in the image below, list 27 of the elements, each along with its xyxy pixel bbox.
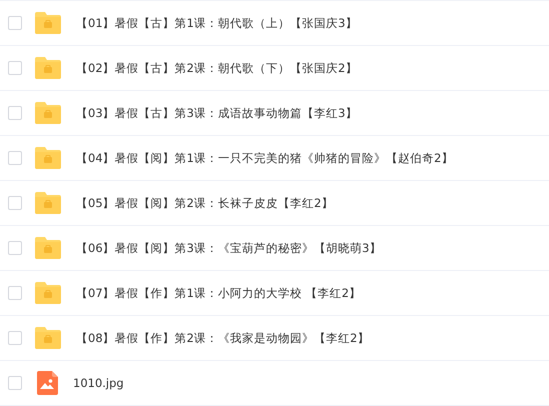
- image-file-icon: [37, 371, 58, 395]
- file-name[interactable]: 【03】暑假【古】第3课：成语故事动物篇【李红3】: [76, 106, 358, 120]
- checkbox[interactable]: [8, 196, 22, 210]
- folder-icon: [35, 192, 61, 214]
- folder-icon: [35, 57, 61, 79]
- file-name[interactable]: 【06】暑假【阅】第3课：《宝葫芦的秘密》【胡晓萌3】: [76, 240, 382, 256]
- checkbox[interactable]: [8, 286, 22, 300]
- checkbox[interactable]: [8, 241, 22, 255]
- checkbox[interactable]: [8, 331, 22, 345]
- file-name[interactable]: 【01】暑假【古】第1课：朝代歌（上）【张国庆3】: [76, 16, 358, 30]
- folder-icon: [35, 147, 61, 169]
- folder-icon: [35, 237, 61, 259]
- checkbox[interactable]: [8, 106, 22, 120]
- checkbox[interactable]: [8, 16, 22, 30]
- file-name[interactable]: 【02】暑假【古】第2课：朝代歌（下）【张国庆2】: [76, 60, 358, 76]
- checkbox[interactable]: [8, 61, 22, 75]
- file-name[interactable]: 【05】暑假【阅】第2课：长袜子皮皮【李红2】: [76, 196, 334, 210]
- checkbox[interactable]: [8, 151, 22, 165]
- file-name[interactable]: 1010.jpg: [73, 376, 124, 390]
- folder-icon: [35, 327, 61, 349]
- folder-icon: [35, 282, 61, 304]
- folder-icon: [35, 12, 61, 34]
- checkbox[interactable]: [8, 376, 22, 390]
- folder-icon: [35, 102, 61, 124]
- file-name[interactable]: 【08】暑假【作】第2课：《我家是动物园》【李红2】: [76, 330, 370, 346]
- file-name[interactable]: 【04】暑假【阅】第1课：一只不完美的猪《帅猪的冒险》【赵伯奇2】: [76, 150, 454, 166]
- file-name[interactable]: 【07】暑假【作】第1课：小阿力的大学校 【李红2】: [76, 286, 361, 300]
